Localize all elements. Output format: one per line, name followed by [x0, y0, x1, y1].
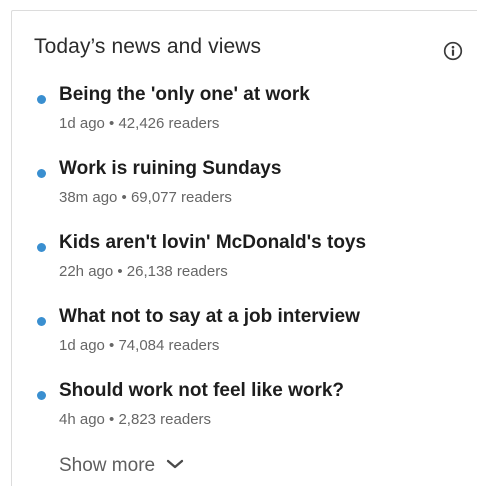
show-more-label: Show more	[59, 455, 156, 476]
news-item[interactable]: What not to say at a job interview 1d ag…	[12, 303, 477, 377]
bullet-icon	[37, 243, 46, 252]
bullet-icon	[37, 317, 46, 326]
bullet-icon	[37, 169, 46, 178]
panel-title: Today’s news and views	[34, 35, 262, 58]
info-icon[interactable]	[443, 41, 463, 61]
news-list: Being the 'only one' at work 1d ago • 42…	[12, 81, 477, 451]
news-headline[interactable]: What not to say at a job interview	[59, 306, 360, 328]
news-item[interactable]: Kids aren't lovin' McDonald's toys 22h a…	[12, 229, 477, 303]
news-headline[interactable]: Being the 'only one' at work	[59, 84, 310, 106]
news-meta: 22h ago • 26,138 readers	[59, 263, 228, 280]
news-item[interactable]: Work is ruining Sundays 38m ago • 69,077…	[12, 155, 477, 229]
news-meta: 1d ago • 74,084 readers	[59, 337, 220, 354]
bullet-icon	[37, 391, 46, 400]
chevron-down-icon	[167, 459, 184, 469]
news-meta: 1d ago • 42,426 readers	[59, 115, 220, 132]
news-item[interactable]: Being the 'only one' at work 1d ago • 42…	[12, 81, 477, 155]
news-headline[interactable]: Work is ruining Sundays	[59, 158, 281, 180]
news-panel: Today’s news and views Being the 'only o…	[11, 10, 477, 486]
news-item[interactable]: Should work not feel like work? 4h ago •…	[12, 377, 477, 451]
news-meta: 38m ago • 69,077 readers	[59, 189, 232, 206]
news-meta: 4h ago • 2,823 readers	[59, 411, 212, 428]
show-more-button[interactable]: Show more	[59, 455, 184, 477]
news-headline[interactable]: Should work not feel like work?	[59, 380, 344, 402]
bullet-icon	[37, 95, 46, 104]
news-headline[interactable]: Kids aren't lovin' McDonald's toys	[59, 232, 366, 254]
